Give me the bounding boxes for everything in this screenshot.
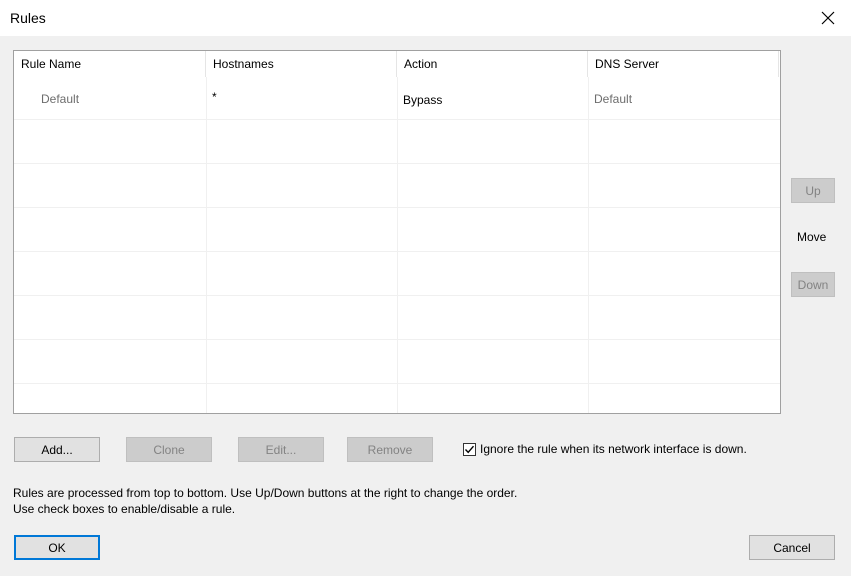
column-header-rule-name[interactable]: Rule Name (14, 51, 206, 77)
clone-button[interactable]: Clone (126, 437, 212, 462)
cell-dns-server: Default (594, 92, 633, 106)
row-divider (14, 339, 780, 340)
title-bar: Rules (0, 0, 851, 36)
close-button[interactable] (805, 0, 851, 36)
down-button[interactable]: Down (791, 272, 835, 297)
move-label: Move (797, 230, 827, 244)
cancel-button[interactable]: Cancel (749, 535, 835, 560)
column-header-dns-server[interactable]: DNS Server (588, 51, 779, 77)
row-divider (14, 163, 780, 164)
cell-action: Bypass (403, 93, 443, 107)
row-divider (14, 251, 780, 252)
row-divider (14, 383, 780, 384)
close-icon (821, 11, 835, 25)
cell-rule-name: Default (41, 92, 80, 106)
column-header-hostnames[interactable]: Hostnames (206, 51, 397, 77)
add-button[interactable]: Add... (14, 437, 100, 462)
row-divider (14, 119, 780, 120)
checkmark-icon (464, 445, 475, 453)
cell-hostnames: * (212, 90, 217, 104)
row-divider (14, 207, 780, 208)
column-divider (206, 77, 207, 413)
ignore-when-down-checkbox[interactable] (463, 442, 476, 456)
ok-button[interactable]: OK (14, 535, 100, 560)
info-text-line-1: Rules are processed from top to bottom. … (13, 486, 518, 500)
table-header: Rule Name Hostnames Action DNS Server (14, 51, 780, 77)
up-button[interactable]: Up (791, 178, 835, 203)
info-text-line-2: Use check boxes to enable/disable a rule… (13, 502, 236, 516)
window-title: Rules (10, 10, 46, 26)
rules-table[interactable]: Rule Name Hostnames Action DNS Server De… (13, 50, 781, 414)
ignore-when-down-label: Ignore the rule when its network interfa… (480, 442, 747, 456)
edit-button[interactable]: Edit... (238, 437, 324, 462)
row-divider (14, 295, 780, 296)
remove-button[interactable]: Remove (347, 437, 433, 462)
ignore-when-down-option[interactable]: Ignore the rule when its network interfa… (463, 442, 747, 456)
column-divider (397, 77, 398, 413)
column-divider (588, 77, 589, 413)
column-header-action[interactable]: Action (397, 51, 588, 77)
